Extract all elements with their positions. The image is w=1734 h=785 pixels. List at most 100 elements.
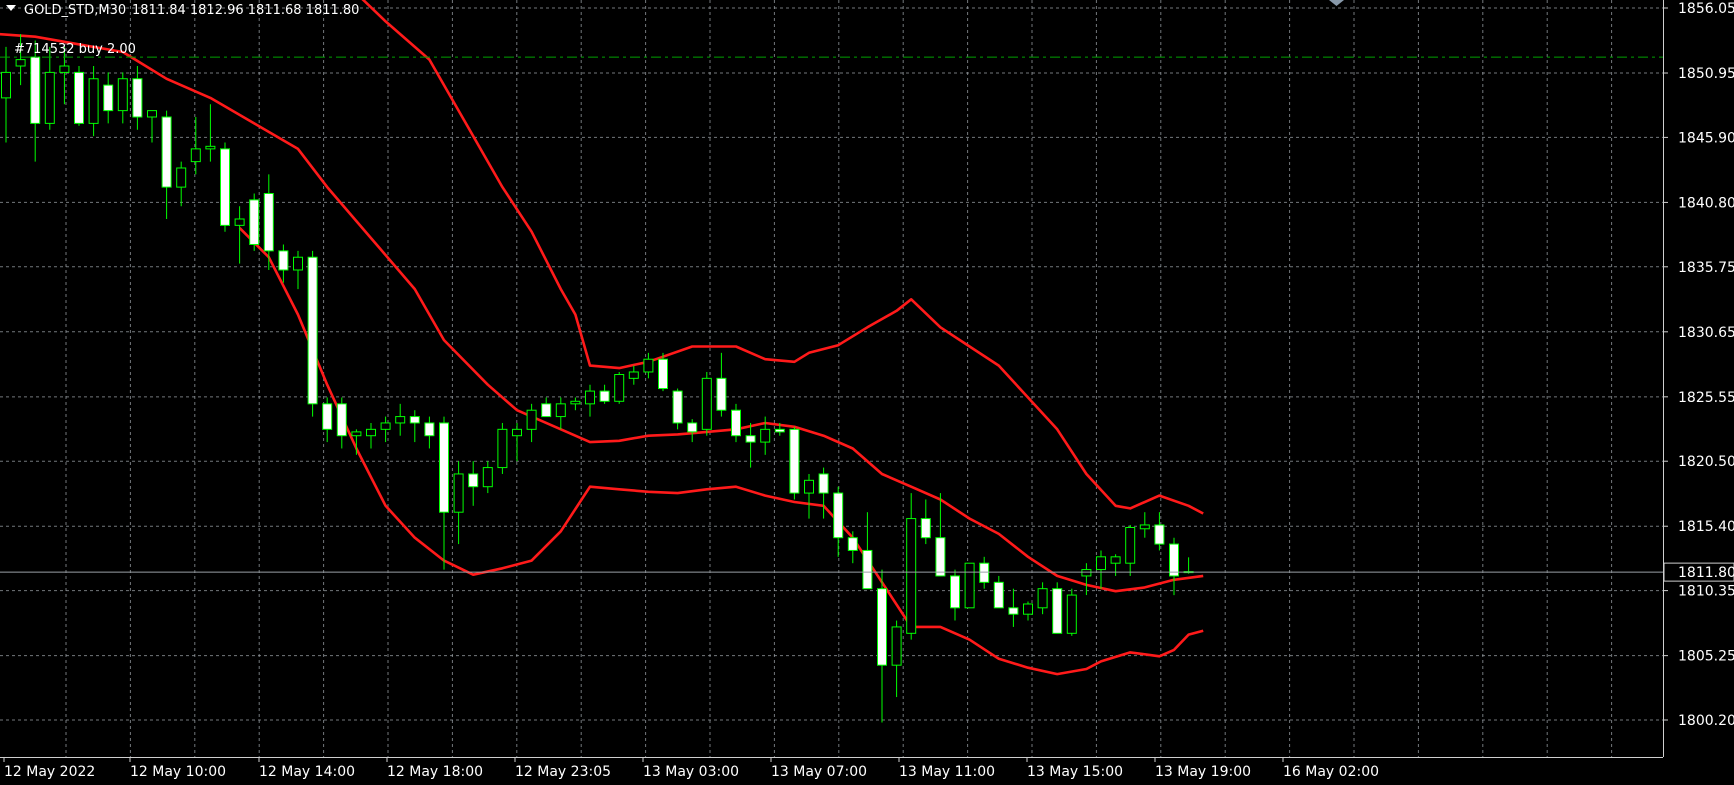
current-price-label: 1811.80 [1678, 565, 1734, 581]
candle-body [176, 167, 187, 188]
candle-body [745, 435, 756, 443]
candle-body [15, 59, 26, 67]
candle-body [877, 588, 887, 666]
price-tick-label: 1835.75 [1678, 260, 1734, 276]
candle-body [614, 374, 625, 402]
candle-body [439, 422, 449, 513]
candle-body [1110, 556, 1121, 564]
candle [1066, 588, 1077, 636]
candle-body [541, 403, 552, 418]
price-tick-label: 1815.40 [1678, 519, 1734, 535]
candle-body [132, 78, 143, 118]
candle-body [760, 428, 771, 443]
price-tick-label: 1810.35 [1678, 584, 1734, 600]
candle-body [220, 148, 230, 226]
candle-body [804, 479, 814, 494]
candle [614, 371, 625, 404]
candle-body [88, 78, 99, 124]
candle-body [30, 56, 41, 124]
price-tick-label: 1805.25 [1678, 649, 1734, 665]
candle-body [979, 562, 990, 583]
candle-body [409, 416, 420, 424]
time-tick-label: 12 May 10:00 [130, 764, 226, 780]
candle [74, 66, 84, 126]
candle-body [701, 377, 712, 430]
order-label[interactable]: #714532 buy 2.00 [14, 42, 136, 57]
candle-body [249, 199, 260, 245]
candle-body [1023, 603, 1033, 615]
candle-body [117, 78, 128, 112]
candle-body [964, 562, 975, 609]
candle-body [920, 518, 931, 539]
candle-body [1066, 594, 1077, 634]
candle-body [497, 428, 508, 469]
candle-body [1154, 524, 1165, 545]
candle-body [190, 148, 201, 163]
time-tick-label: 13 May 03:00 [643, 764, 739, 780]
time-tick-label: 13 May 19:00 [1155, 764, 1251, 780]
candle [672, 388, 683, 430]
candle-body [585, 390, 595, 405]
candle-body [833, 492, 844, 539]
candle [220, 142, 230, 232]
candle-body [731, 409, 741, 437]
candle-body [307, 256, 318, 405]
candle-body [1037, 588, 1048, 609]
time-tick-label: 13 May 11:00 [899, 764, 995, 780]
candle-body [716, 377, 727, 411]
candle [497, 422, 508, 474]
candle-body [643, 358, 654, 373]
candle [249, 193, 260, 251]
price-tick-label: 1845.90 [1678, 130, 1734, 146]
candle [789, 426, 800, 500]
candle-body [628, 371, 639, 379]
candle-body [599, 390, 610, 402]
candle-body [935, 537, 946, 577]
candle [701, 371, 712, 436]
candle-body [512, 428, 522, 437]
candle-body [468, 473, 479, 488]
candle-body [1125, 526, 1136, 564]
candle [1052, 582, 1063, 634]
candle-body [1, 71, 11, 99]
candle-body [278, 250, 289, 271]
candle-body [862, 549, 873, 590]
candle-body [366, 428, 376, 437]
time-tick-label: 12 May 23:05 [515, 764, 611, 780]
candle-body [1096, 556, 1106, 571]
candle-body [847, 537, 858, 551]
candle-body [395, 416, 406, 424]
price-chart[interactable]: 1856.05 1850.95 1845.90 1840.80 1835.75 1830.… [0, 0, 1734, 785]
candle-body [424, 422, 435, 437]
price-tick-label: 1830.65 [1678, 325, 1734, 341]
candle-body [993, 581, 1004, 609]
price-tick-label: 1850.95 [1678, 66, 1734, 82]
candle-body [482, 467, 493, 488]
price-tick-label: 1820.50 [1678, 454, 1734, 470]
candle-body [1169, 543, 1179, 577]
candle-body [774, 428, 785, 433]
candle-body [950, 575, 960, 609]
time-tick-label: 12 May 14:00 [259, 764, 355, 780]
chart-background [0, 0, 1734, 785]
price-tick-label: 1840.80 [1678, 195, 1734, 211]
candle-body [322, 403, 333, 430]
candle-body [147, 110, 157, 118]
candle-body [891, 626, 902, 666]
candle-body [336, 403, 347, 437]
candle-body [1081, 569, 1092, 577]
candle-body [555, 403, 566, 418]
ohlc-values: 1811.84 1812.96 1811.68 1811.80 [132, 3, 359, 18]
candle [964, 562, 975, 609]
candle-body [74, 71, 84, 124]
candle-body [234, 218, 245, 226]
candle-body [570, 400, 581, 405]
candle-body [205, 145, 216, 150]
candle-body [526, 409, 537, 430]
candle-body [1008, 607, 1019, 615]
price-tick-label: 1856.05 [1678, 1, 1734, 17]
candle-body [658, 358, 668, 390]
candle-body [1139, 524, 1150, 530]
candle-body [453, 473, 464, 513]
candle-body [351, 431, 362, 437]
